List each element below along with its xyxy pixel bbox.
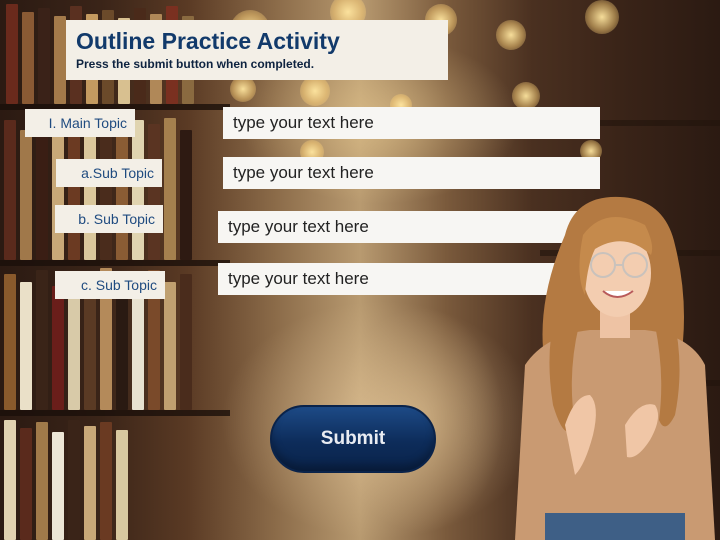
submit-button[interactable]: Submit <box>270 405 436 473</box>
bokeh-light <box>300 76 330 106</box>
sub-topic-a-input[interactable] <box>223 157 600 189</box>
bookshelf-books <box>0 416 215 540</box>
page-title: Outline Practice Activity <box>76 28 340 54</box>
sub-topic-c-label: c. Sub Topic <box>55 271 165 299</box>
instruction-text: Press the submit button when completed. <box>76 57 315 71</box>
sub-topic-a-label: a.Sub Topic <box>56 159 162 187</box>
bokeh-light <box>585 0 619 34</box>
title-card: Outline Practice Activity Press the subm… <box>66 20 448 80</box>
bokeh-light <box>496 20 526 50</box>
bokeh-light <box>512 82 540 110</box>
main-topic-input[interactable] <box>223 107 600 139</box>
student-clapping-image <box>515 196 715 540</box>
sub-topic-b-label: b. Sub Topic <box>55 205 163 233</box>
main-topic-label: I. Main Topic <box>25 109 135 137</box>
